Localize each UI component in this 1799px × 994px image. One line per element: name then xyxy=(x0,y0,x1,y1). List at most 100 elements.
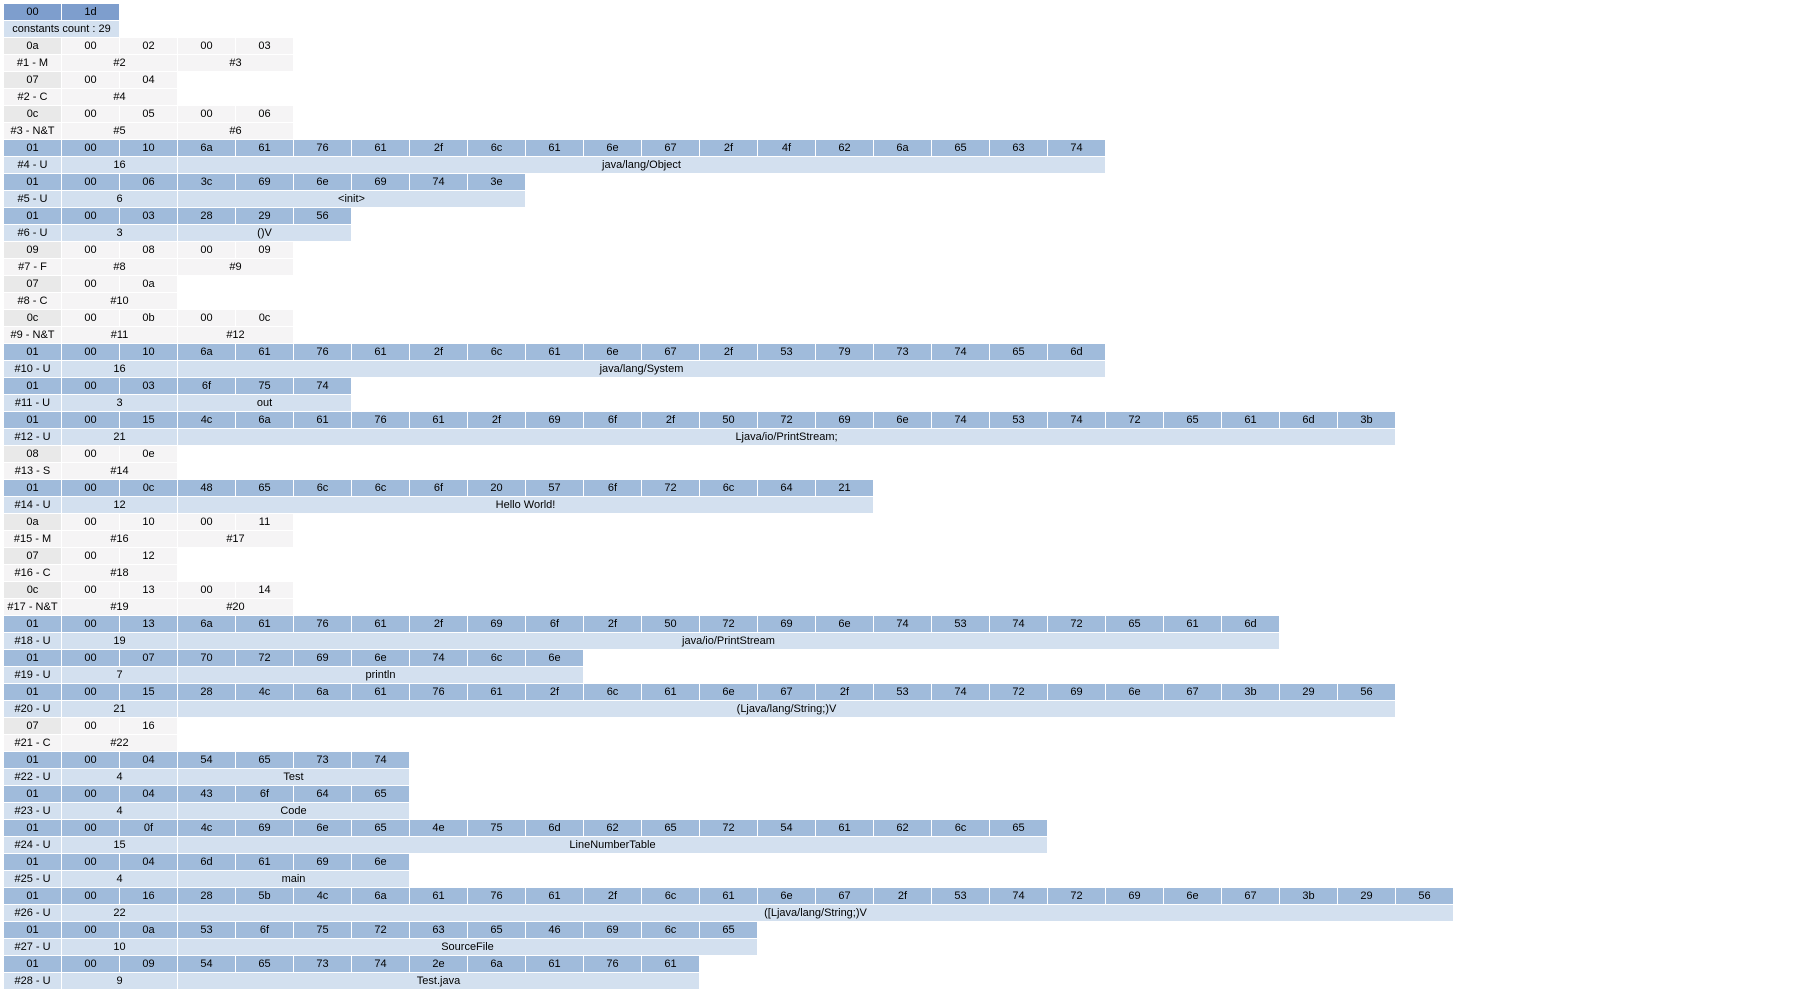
hex-cell: 01 xyxy=(4,208,62,225)
hex-cell: 65 xyxy=(352,820,410,837)
hex-row: #7 - F#8#9 xyxy=(4,259,1795,276)
hex-cell: 6f xyxy=(236,786,294,803)
hex-cell: 61 xyxy=(236,344,294,361)
hex-cell: 00 xyxy=(62,718,120,735)
hex-cell: 21 xyxy=(816,480,874,497)
hex-cell: 67 xyxy=(816,888,874,905)
hex-cell: 72 xyxy=(1106,412,1164,429)
hex-cell: 3b xyxy=(1338,412,1396,429)
hex-cell: 0a xyxy=(120,276,178,293)
hex-cell: 07 xyxy=(4,718,62,735)
hex-cell: #14 - U xyxy=(4,497,62,514)
hex-cell: 6e xyxy=(294,174,352,191)
hex-cell: 01 xyxy=(4,412,62,429)
hex-cell: 72 xyxy=(236,650,294,667)
hex-cell: 13 xyxy=(120,582,178,599)
hex-cell: 67 xyxy=(1222,888,1280,905)
hex-cell: 72 xyxy=(1048,616,1106,633)
hex-cell: 61 xyxy=(1164,616,1222,633)
hex-cell: 6e xyxy=(816,616,874,633)
hex-cell: 09 xyxy=(236,242,294,259)
hex-cell: 61 xyxy=(410,412,468,429)
hex-cell: 04 xyxy=(120,786,178,803)
hex-cell: 01 xyxy=(4,480,62,497)
hex-cell: 29 xyxy=(236,208,294,225)
hex-cell: 2f xyxy=(468,412,526,429)
hex-cell: #16 xyxy=(62,531,178,548)
hex-cell: #18 xyxy=(62,565,178,582)
hex-cell: java/lang/System xyxy=(178,361,1106,378)
hex-cell: 4 xyxy=(62,871,178,888)
hex-cell: 07 xyxy=(4,276,62,293)
hex-cell: 6f xyxy=(236,922,294,939)
hex-row: #27 - U10SourceFile xyxy=(4,939,1795,956)
hex-cell: #20 xyxy=(178,599,294,616)
hex-cell: 00 xyxy=(62,174,120,191)
hex-cell: 6c xyxy=(932,820,990,837)
hex-cell: #17 - N&T xyxy=(4,599,62,616)
hex-cell: 76 xyxy=(584,956,642,973)
hex-cell: 65 xyxy=(236,480,294,497)
hex-cell: 00 xyxy=(62,616,120,633)
hex-cell: 56 xyxy=(1396,888,1454,905)
hex-cell: #26 - U xyxy=(4,905,62,922)
hex-cell: #28 - U xyxy=(4,973,62,990)
hex-cell: 69 xyxy=(816,412,874,429)
hex-viewer: 001dconstants count : 290a00020003#1 - M… xyxy=(4,4,1795,990)
hex-cell: 6a xyxy=(352,888,410,905)
hex-cell: 16 xyxy=(62,157,178,174)
hex-cell: 07 xyxy=(120,650,178,667)
hex-row: 070004 xyxy=(4,72,1795,89)
hex-cell: 00 xyxy=(62,208,120,225)
hex-cell: #15 - M xyxy=(4,531,62,548)
hex-cell: 14 xyxy=(236,582,294,599)
hex-cell: 02 xyxy=(120,38,178,55)
hex-cell: #10 - U xyxy=(4,361,62,378)
hex-row: 0100046d61696e xyxy=(4,854,1795,871)
hex-cell: 43 xyxy=(178,786,236,803)
hex-cell: 00 xyxy=(4,4,62,21)
hex-cell: 00 xyxy=(178,242,236,259)
hex-cell: 6e xyxy=(758,888,816,905)
hex-cell: #5 xyxy=(62,123,178,140)
hex-cell: 00 xyxy=(62,140,120,157)
hex-cell: 72 xyxy=(700,820,758,837)
hex-cell: 01 xyxy=(4,922,62,939)
hex-cell: 15 xyxy=(62,837,178,854)
hex-cell: 2f xyxy=(584,616,642,633)
hex-row: #19 - U7println xyxy=(4,667,1795,684)
hex-cell: #4 - U xyxy=(4,157,62,174)
hex-cell: 74 xyxy=(352,752,410,769)
hex-cell: 0f xyxy=(120,820,178,837)
hex-cell: 6e xyxy=(526,650,584,667)
hex-cell: 6f xyxy=(410,480,468,497)
hex-cell: 04 xyxy=(120,854,178,871)
hex-cell: 69 xyxy=(758,616,816,633)
hex-cell: 62 xyxy=(874,820,932,837)
hex-cell: 67 xyxy=(1164,684,1222,701)
hex-cell: 6f xyxy=(584,412,642,429)
hex-cell: 65 xyxy=(1164,412,1222,429)
hex-cell: 6c xyxy=(642,922,700,939)
hex-cell: 65 xyxy=(236,752,294,769)
hex-cell: 01 xyxy=(4,786,62,803)
hex-cell: 6a xyxy=(178,344,236,361)
hex-cell: #18 - U xyxy=(4,633,62,650)
hex-cell: 6c xyxy=(352,480,410,497)
hex-cell: 00 xyxy=(62,854,120,871)
hex-cell: Hello World! xyxy=(178,497,874,514)
hex-row: #26 - U22([Ljava/lang/String;)V xyxy=(4,905,1795,922)
hex-cell: 61 xyxy=(526,140,584,157)
hex-row: #6 - U3()V xyxy=(4,225,1795,242)
hex-cell: 6d xyxy=(1280,412,1338,429)
hex-cell: 53 xyxy=(932,616,990,633)
hex-cell: 6d xyxy=(526,820,584,837)
hex-cell: 63 xyxy=(410,922,468,939)
hex-cell: 01 xyxy=(4,684,62,701)
hex-row: 0100106a6176612f6c616e672f4f626a656374 xyxy=(4,140,1795,157)
hex-cell: 3 xyxy=(62,395,178,412)
hex-cell: 12 xyxy=(62,497,178,514)
hex-cell: #12 - U xyxy=(4,429,62,446)
hex-cell: 54 xyxy=(178,956,236,973)
hex-row: 001d xyxy=(4,4,1795,21)
